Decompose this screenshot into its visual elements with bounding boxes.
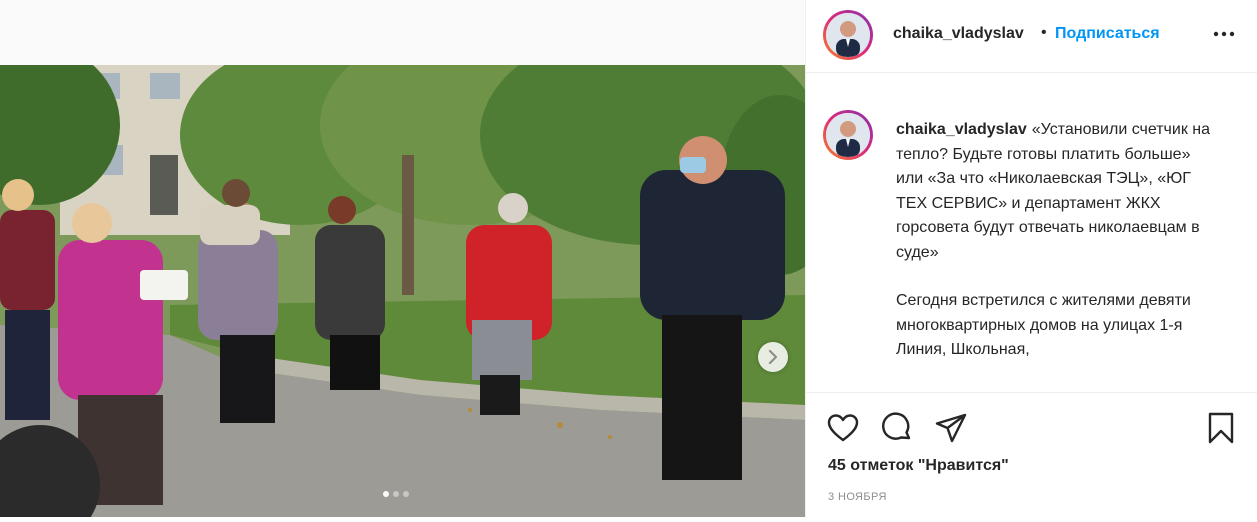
avatar-portrait bbox=[826, 13, 870, 57]
caption-avatar[interactable] bbox=[823, 110, 873, 160]
photo-scene bbox=[0, 65, 805, 517]
header-separator: • bbox=[1041, 24, 1047, 41]
avatar-image bbox=[826, 13, 870, 57]
paper-plane-icon bbox=[935, 413, 967, 443]
caption-paragraph-1: chaika_vladyslav «Установили счетчик на т… bbox=[896, 118, 1221, 265]
chevron-right-icon bbox=[768, 350, 778, 364]
more-options-button[interactable] bbox=[1212, 26, 1236, 42]
caption-avatar-portrait bbox=[826, 113, 870, 157]
post-photo[interactable] bbox=[0, 65, 805, 517]
caption-text-1: «Установили счетчик на тепло? Будьте гот… bbox=[896, 121, 1210, 261]
more-options-icon bbox=[1213, 31, 1235, 37]
media-top-margin bbox=[0, 0, 805, 65]
follow-button[interactable]: Подписаться bbox=[1055, 25, 1160, 43]
share-button[interactable] bbox=[934, 411, 968, 445]
caption-scroll-area[interactable]: chaika_vladyslav «Установили счетчик на т… bbox=[806, 85, 1257, 391]
carousel-dot-3 bbox=[403, 491, 409, 497]
carousel-next-button[interactable] bbox=[758, 342, 788, 372]
post-caption: chaika_vladyslav «Установили счетчик на т… bbox=[896, 118, 1221, 363]
comment-icon bbox=[882, 412, 911, 440]
save-button[interactable] bbox=[1204, 411, 1238, 445]
like-button[interactable] bbox=[826, 411, 860, 445]
bookmark-icon bbox=[1208, 412, 1234, 444]
carousel-indicators bbox=[383, 491, 409, 497]
caption-paragraph-2: Сегодня встретился с жителями девяти мно… bbox=[896, 292, 1191, 358]
avatar[interactable] bbox=[823, 10, 873, 60]
carousel-dot-2 bbox=[393, 491, 399, 497]
post-actions: 45 отметок "Нравится" 3 ноября bbox=[806, 392, 1257, 519]
caption-author-username[interactable]: chaika_vladyslav bbox=[896, 121, 1027, 138]
post-side-panel: chaika_vladyslav • Подписаться chaika_vl… bbox=[805, 0, 1257, 518]
post-date[interactable]: 3 ноября bbox=[828, 491, 887, 503]
post-author-username[interactable]: chaika_vladyslav bbox=[893, 25, 1024, 43]
post-header: chaika_vladyslav • Подписаться bbox=[806, 0, 1257, 73]
likes-count[interactable]: 45 отметок "Нравится" bbox=[828, 457, 1009, 475]
caption-avatar-image bbox=[826, 113, 870, 157]
heart-icon bbox=[827, 414, 859, 442]
comment-button[interactable] bbox=[880, 411, 914, 445]
carousel-dot-1 bbox=[383, 491, 389, 497]
